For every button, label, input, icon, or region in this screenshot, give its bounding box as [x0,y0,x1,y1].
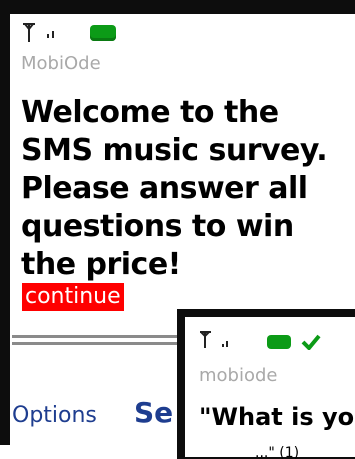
select-softkey[interactable]: Se [134,396,173,429]
battery-icon [267,335,291,349]
antenna-icon [199,331,215,353]
status-bar [22,22,116,44]
app-name: MobiOde [21,53,101,74]
foreground-phone-screen: mobiode "What is yo ..." (1) [177,309,355,459]
battery-icon [90,25,116,41]
foreground-screen-content: mobiode "What is yo ..." (1) [185,317,355,459]
phone-frame-top [0,0,355,14]
message-check-icon [301,334,321,351]
welcome-message: Welcome to the SMS music survey. Please … [21,95,328,282]
question-snippet: ..." (1) [255,445,300,459]
antenna-icon [22,23,40,43]
continue-link[interactable]: continue [22,283,124,311]
signal-bars-icon [221,333,231,352]
signal-bars-icon [46,24,58,43]
survey-question: "What is yo [199,403,355,431]
options-softkey[interactable]: Options [12,403,97,428]
phone-frame-left [0,0,10,445]
front-status-bar [199,331,321,353]
front-app-name: mobiode [199,365,278,386]
